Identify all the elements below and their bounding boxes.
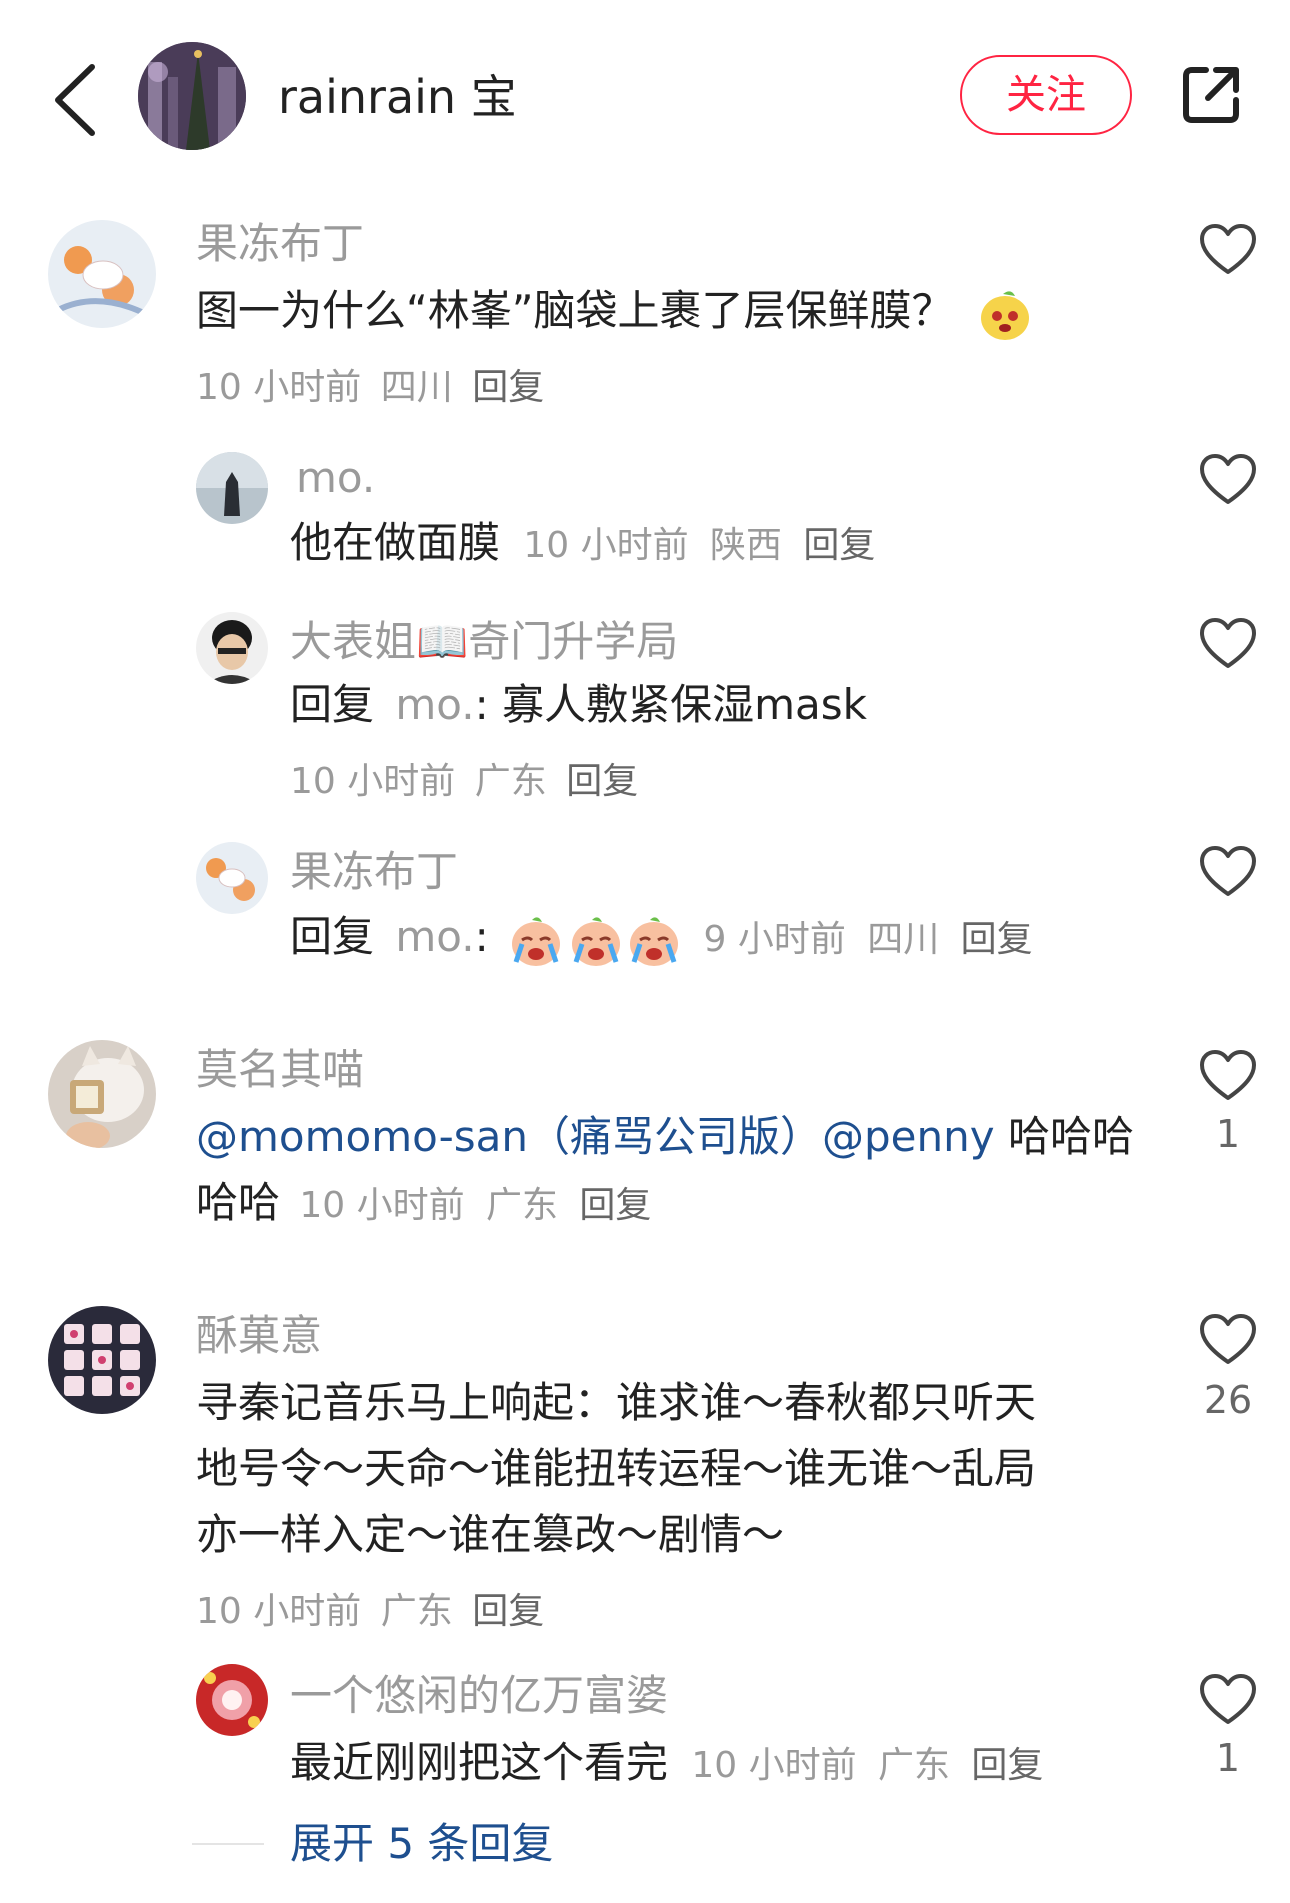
heart-icon[interactable] [1198, 222, 1258, 278]
reply-meta: 10 小时前 广东 回复 [290, 752, 638, 804]
comment-text: @momomo-san（痛骂公司版）@penny 哈哈哈 [196, 1104, 1134, 1170]
reply-prefix: 回复 [290, 912, 375, 961]
reply-text-content: 最近刚刚把这个看完 [290, 1738, 669, 1787]
heart-icon[interactable] [1198, 1312, 1258, 1368]
reply-text: 最近刚刚把这个看完 10 小时前 广东 回复 [290, 1730, 1043, 1799]
crying-peach-emoji-icon [512, 916, 679, 966]
reply-time: 10 小时前 [523, 525, 689, 566]
reply-button[interactable]: 回复 [579, 1185, 651, 1226]
comment-text-line3: 亦一样入定～谁在篡改～剧情～ [196, 1510, 785, 1559]
comment-username[interactable]: 莫名其喵 [196, 1040, 364, 1100]
reply-location: 陕西 [710, 525, 783, 566]
reply-time: 10 小时前 [691, 1745, 857, 1786]
comment-text-line2: 哈哈 10 小时前 广东 回复 [196, 1170, 651, 1239]
comment-username[interactable]: 果冻布丁 [196, 214, 364, 274]
reply-text-content: : 寡人敷紧保湿mask [474, 680, 867, 729]
reply-prefix: 回复 [290, 680, 375, 729]
share-icon[interactable] [1178, 62, 1244, 128]
comment-text: 图一为什么“林峯”脑袋上裹了层保鲜膜？ [196, 278, 1033, 344]
reply-location: 广东 [878, 1745, 951, 1786]
reply-username[interactable]: 大表姐📖奇门升学局 [290, 612, 678, 672]
author-avatar[interactable] [138, 42, 246, 150]
heart-icon[interactable] [1198, 452, 1258, 508]
comment-text-line2: 地号令～天命～谁能扭转运程～谁无谁～乱局 [196, 1444, 1037, 1493]
reply-button[interactable]: 回复 [566, 761, 638, 802]
reply-to-user[interactable]: mo. [395, 680, 474, 729]
reply-location: 四川 [867, 919, 940, 960]
comment-text-content: 哈哈 [196, 1178, 281, 1227]
comment-meta: 10 小时前 广东 回复 [196, 1582, 544, 1634]
reply-button[interactable]: 回复 [472, 367, 544, 408]
reply-button[interactable]: 回复 [472, 1591, 544, 1632]
reply-text: 回复 mo.: 9 小时前 四川 回复 [290, 904, 1033, 973]
reply-text-content: 他在做面膜 [290, 518, 501, 567]
comment-text-content: 哈哈哈 [994, 1112, 1134, 1161]
comment-location: 四川 [380, 367, 453, 408]
replier-avatar[interactable] [196, 452, 268, 524]
comment-location: 广东 [486, 1185, 559, 1226]
back-icon[interactable] [40, 55, 110, 145]
commenter-avatar[interactable] [48, 220, 156, 328]
reply-time: 9 小时前 [703, 919, 846, 960]
comment-location: 广东 [380, 1591, 453, 1632]
replier-avatar[interactable] [196, 1664, 268, 1736]
commenter-avatar[interactable] [48, 1306, 156, 1414]
comment-text-content: 图一为什么“林峯”脑袋上裹了层保鲜膜？ [196, 286, 954, 335]
author-name[interactable]: rainrain 宝 [278, 62, 517, 132]
comment-time: 10 小时前 [196, 367, 362, 408]
expand-divider [192, 1843, 264, 1845]
comment-text-line1: 寻秦记音乐马上响起：谁求谁～春秋都只听天 [196, 1378, 1037, 1427]
comment-time: 10 小时前 [196, 1591, 362, 1632]
heart-icon[interactable] [1198, 844, 1258, 900]
replier-avatar[interactable] [196, 612, 268, 684]
reply-location: 广东 [474, 761, 547, 802]
follow-button[interactable]: 关注 [960, 55, 1132, 135]
reply-text: 他在做面膜 10 小时前 陕西 回复 [290, 510, 875, 579]
commenter-avatar[interactable] [48, 1040, 156, 1148]
replier-avatar[interactable] [196, 842, 268, 914]
reply-button[interactable]: 回复 [803, 525, 875, 566]
like-count: 1 [1215, 1112, 1241, 1156]
like-count: 1 [1215, 1736, 1241, 1780]
like-count: 26 [1203, 1378, 1253, 1422]
reply-text: 回复 mo.: 寡人敷紧保湿mask [290, 672, 867, 738]
reply-button[interactable]: 回复 [971, 1745, 1043, 1786]
comment-time: 10 小时前 [299, 1185, 465, 1226]
mention-link[interactable]: @momomo-san（痛骂公司版）@penny [196, 1112, 995, 1161]
reply-username[interactable]: mo. [296, 448, 375, 508]
comment-meta: 10 小时前 四川 回复 [196, 358, 544, 410]
comment-username[interactable]: 酥菓意 [196, 1306, 322, 1366]
peach-face-emoji-icon [980, 290, 1029, 340]
reply-username[interactable]: 一个悠闲的亿万富婆 [290, 1666, 668, 1726]
reply-text-content: : [474, 912, 489, 961]
reply-to-user[interactable]: mo. [395, 912, 474, 961]
heart-icon[interactable] [1198, 1048, 1258, 1104]
reply-button[interactable]: 回复 [961, 919, 1033, 960]
heart-icon[interactable] [1198, 1672, 1258, 1728]
expand-replies-button[interactable]: 展开 5 条回复 [290, 1813, 553, 1875]
reply-time: 10 小时前 [290, 761, 456, 802]
heart-icon[interactable] [1198, 616, 1258, 672]
reply-username[interactable]: 果冻布丁 [290, 842, 458, 902]
